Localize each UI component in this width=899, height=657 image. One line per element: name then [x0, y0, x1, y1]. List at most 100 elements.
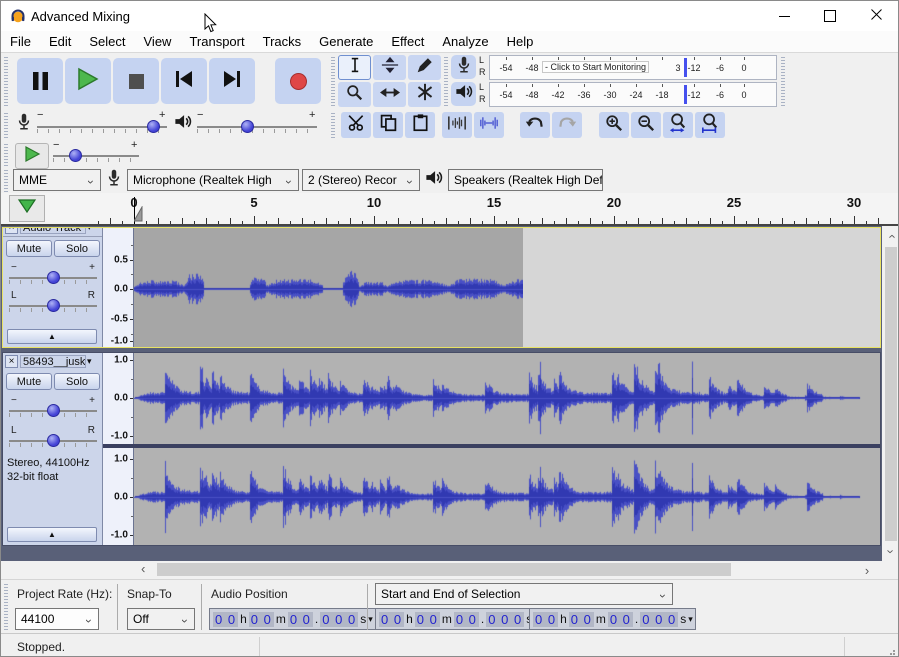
skip-to-start-button[interactable] [161, 58, 207, 104]
redo-button[interactable] [552, 112, 582, 138]
track-2-right-waveform[interactable] [134, 448, 880, 545]
time-digits[interactable]: 0 0 [288, 612, 313, 627]
track-2-gain-thumb[interactable] [47, 404, 60, 417]
record-button[interactable] [275, 58, 321, 104]
copy-button[interactable] [373, 112, 403, 138]
menu-item-help[interactable]: Help [498, 31, 543, 53]
resize-grip-icon[interactable] [887, 646, 896, 657]
track-1-pan-thumb[interactable] [47, 299, 60, 312]
menu-item-analyze[interactable]: Analyze [433, 31, 497, 53]
menu-item-file[interactable]: File [1, 31, 40, 53]
menu-item-generate[interactable]: Generate [310, 31, 382, 53]
pinned-playhead-button[interactable] [9, 195, 45, 222]
maximize-button[interactable] [807, 1, 853, 31]
envelope-tool-button[interactable] [373, 55, 406, 80]
zoom-out-button[interactable] [631, 112, 661, 138]
track-2-title-row[interactable]: × 58493__jusk ▾ [5, 355, 101, 368]
audio-position-field[interactable]: 0 0h0 0m0 0.0 0 0s▾ [209, 608, 376, 630]
track-2-gain-slider[interactable]: − + [9, 397, 97, 421]
spare-toolbar-grip[interactable] [781, 57, 785, 107]
menu-item-tracks[interactable]: Tracks [254, 31, 311, 53]
time-format-arrow-icon[interactable]: ▾ [688, 614, 693, 625]
track-2-right-ruler[interactable]: 1.00.0-1.0 [103, 448, 134, 545]
selection-mode-combo[interactable]: Start and End of Selection› [375, 583, 673, 605]
time-digits[interactable]: 0 0 [415, 612, 440, 627]
track-1-gain-thumb[interactable] [47, 271, 60, 284]
undo-button[interactable] [520, 112, 550, 138]
device-toolbar-grip[interactable] [4, 170, 8, 192]
track-2-solo-button[interactable]: Solo [54, 373, 100, 390]
timeline-ruler[interactable]: 051015202530 [1, 193, 899, 226]
track-2-name[interactable]: 58493__jusk [20, 355, 86, 368]
time-digits[interactable]: 0 0 0 [320, 612, 358, 627]
horizontal-scrollbar[interactable]: › › [1, 561, 899, 579]
menu-item-edit[interactable]: Edit [40, 31, 80, 53]
track-1-vertical-ruler[interactable]: 1.00.50.0-0.5-1.0 [103, 228, 134, 347]
play-button[interactable] [65, 58, 111, 104]
play-at-speed-button[interactable] [15, 143, 49, 169]
pause-button[interactable] [17, 58, 63, 104]
time-digits[interactable]: 0 0 0 [486, 612, 524, 627]
track-1-menu-arrow-icon[interactable]: ▾ [87, 228, 92, 233]
track-1-name[interactable]: Audio Track [20, 228, 86, 234]
recording-device-combo[interactable]: Microphone (Realtek High› [127, 169, 299, 191]
selection-end-field[interactable]: 0 0h0 0m0 0.0 0 0s▾ [529, 608, 696, 630]
track-2-mute-button[interactable]: Mute [6, 373, 52, 390]
paste-button[interactable] [405, 112, 435, 138]
playback-device-combo[interactable]: Speakers (Realtek High Def› [448, 169, 603, 191]
zoom-tool-button[interactable] [338, 82, 371, 107]
track-1-title-row[interactable]: × Audio Track ▾ [5, 228, 101, 234]
track-1-mute-button[interactable]: Mute [6, 240, 52, 257]
draw-tool-button[interactable] [408, 55, 441, 80]
horizontal-scroll-thumb[interactable] [157, 563, 731, 576]
time-format-arrow-icon[interactable]: ▾ [368, 614, 373, 625]
skip-to-end-button[interactable] [209, 58, 255, 104]
scroll-right-icon[interactable]: › [859, 562, 875, 578]
vertical-scroll-thumb[interactable] [885, 247, 897, 541]
track-1[interactable]: × Audio Track ▾ Mute Solo − + L R [2, 227, 881, 348]
play-at-speed-grip[interactable] [4, 144, 8, 166]
selection-toolbar-grip[interactable] [4, 584, 8, 630]
transport-toolbar-grip[interactable] [4, 57, 8, 107]
track-2-left-ruler[interactable]: 1.00.0-1.0 [103, 353, 134, 444]
track-2-pan-slider[interactable]: L R [9, 427, 97, 451]
multi-tool-button[interactable] [408, 82, 441, 107]
mixer-toolbar-grip[interactable] [4, 113, 8, 139]
scroll-down-icon[interactable]: › [883, 543, 899, 559]
zoom-in-button[interactable] [599, 112, 629, 138]
time-digits[interactable]: 0 0 [533, 612, 558, 627]
fit-selection-button[interactable] [663, 112, 693, 138]
playback-volume-thumb[interactable] [241, 120, 254, 133]
time-digits[interactable]: 0 0 [379, 612, 404, 627]
scroll-left-icon[interactable]: › [135, 562, 151, 578]
edit-toolbar-grip[interactable] [331, 113, 335, 139]
menu-item-effect[interactable]: Effect [382, 31, 433, 53]
time-digits[interactable]: 0 0 [249, 612, 274, 627]
cut-button[interactable] [341, 112, 371, 138]
tools-toolbar-grip[interactable] [331, 57, 335, 107]
project-rate-combo[interactable]: 44100› [15, 608, 99, 630]
trim-audio-button[interactable] [442, 112, 472, 138]
track-2-menu-arrow-icon[interactable]: ▾ [87, 356, 92, 367]
track-1-close-icon[interactable]: × [5, 228, 18, 234]
audio-host-combo[interactable]: MME› [13, 169, 101, 191]
recording-channels-combo[interactable]: 2 (Stereo) Recor› [302, 169, 420, 191]
track-1-empty-region[interactable] [523, 228, 880, 347]
playback-volume-slider[interactable] [197, 126, 317, 128]
scroll-up-icon[interactable]: › [883, 228, 899, 244]
time-digits[interactable]: 0 0 [454, 612, 479, 627]
track-1-waveform[interactable] [134, 228, 523, 347]
fit-project-button[interactable] [695, 112, 725, 138]
vertical-scrollbar[interactable]: › › [882, 226, 899, 561]
time-digits[interactable]: 0 0 [569, 612, 594, 627]
timeshift-tool-button[interactable] [373, 82, 406, 107]
snap-to-combo[interactable]: Off› [127, 608, 195, 630]
recording-meter[interactable]: - Click to Start Monitoring 3 -54-48-12-… [489, 55, 777, 80]
record-volume-thumb[interactable] [147, 120, 160, 133]
menu-item-transport[interactable]: Transport [180, 31, 253, 53]
track-2-collapse-button[interactable]: ▲ [7, 527, 97, 542]
menu-item-select[interactable]: Select [80, 31, 134, 53]
close-button[interactable] [853, 1, 899, 31]
track-1-gain-slider[interactable]: − + [9, 264, 97, 288]
time-digits[interactable]: 0 0 [608, 612, 633, 627]
